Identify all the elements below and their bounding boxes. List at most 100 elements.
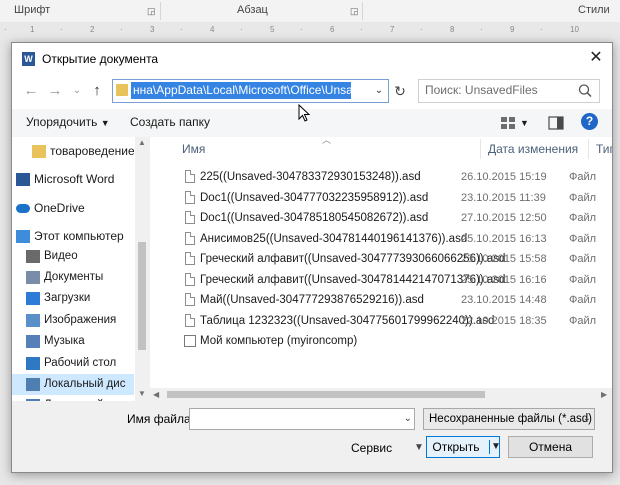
scroll-up-icon[interactable]: ▲ (135, 138, 149, 147)
recent-locations-button[interactable]: ⌄ (66, 80, 88, 102)
chevron-down-icon: ⌄ (374, 85, 384, 96)
scrollbar-thumb[interactable] (138, 242, 146, 350)
address-dropdown-button[interactable]: ⌄ (371, 80, 387, 102)
filename-field[interactable]: ⌄ (189, 408, 415, 430)
ribbon-divider (362, 2, 363, 20)
search-icon[interactable] (576, 82, 594, 100)
file-icon (185, 190, 195, 204)
file-type: Файл (569, 171, 597, 183)
cloud-icon (16, 204, 30, 213)
file-date: 26.10.2015 15:19 (461, 171, 547, 183)
nav-item-label: Документы (44, 271, 104, 283)
view-options-icon[interactable] (499, 114, 517, 132)
scroll-right-icon[interactable]: ▶ (601, 388, 607, 401)
nav-item[interactable]: OneDrive (12, 198, 134, 219)
nav-pane-scrollbar[interactable]: ▲ ▼ (135, 137, 149, 401)
filetype-select[interactable]: Несохраненные файлы (*.asd) ⌄ (423, 408, 595, 430)
nav-item-label: Музыка (44, 335, 85, 347)
column-header-date[interactable]: Дата изменения (488, 137, 578, 161)
nav-item[interactable]: Изображения (12, 310, 134, 331)
file-row[interactable]: Мой компьютер (myironcomp) (178, 331, 606, 351)
file-type: Файл (569, 253, 597, 265)
nav-item[interactable]: Локальный дис (12, 374, 134, 395)
close-button[interactable]: ✕ (582, 45, 610, 71)
file-row[interactable]: 225((Unsaved-304783372930153248)).asd 26.… (178, 167, 606, 187)
nav-item-label: Загрузки (44, 292, 91, 304)
file-date: 22.10.2015 18:35 (461, 314, 547, 327)
horizontal-scrollbar[interactable]: ◀ ▶ (150, 388, 612, 401)
open-button[interactable]: Открыть ▼ (426, 436, 501, 458)
view-dropdown-icon[interactable]: ▼ (520, 118, 529, 128)
paragraph-dialog-launcher-icon[interactable]: ◲ (350, 6, 359, 17)
scroll-left-icon[interactable]: ◀ (153, 388, 159, 401)
file-row[interactable]: Doc1((Unsaved-304777032235958912)).asd 23… (178, 188, 606, 208)
dialog-title: Открытие документа (42, 52, 159, 66)
help-icon[interactable]: ? (581, 113, 598, 130)
nav-item[interactable]: Музыка (12, 331, 134, 352)
file-row[interactable]: Doc1((Unsaved-304785180545082672)).asd 27… (178, 208, 606, 228)
file-name: Doc1((Unsaved-304785180545082672)).asd (200, 212, 429, 224)
file-row[interactable]: Май((Unsaved-304777293876529216)).asd 23.… (178, 290, 606, 310)
scroll-down-icon[interactable]: ▼ (135, 389, 149, 398)
word-icon (16, 173, 30, 186)
file-row[interactable]: Таблица 1232323((Unsaved-304775601799962… (178, 311, 606, 331)
ruler: · 1 · 2 · 3 · 4 · 5 · 6 · 7 · 8 · 9 · 10 (0, 22, 620, 38)
word-ribbon: Шрифт ◲ Абзац ◲ Стили (0, 0, 620, 23)
file-row[interactable]: Греческий алфавит((Unsaved-3047814421470… (178, 270, 606, 290)
nav-item[interactable]: Microsoft Word (12, 169, 134, 190)
nav-item[interactable]: товароведение (12, 141, 134, 162)
file-name: Doc1((Unsaved-304777032235958912)).asd (200, 191, 429, 204)
cancel-button[interactable]: Отмена (508, 436, 593, 458)
column-header-name[interactable]: Имя (182, 137, 205, 161)
arrow-up-icon: ↑ (93, 82, 101, 99)
nav-item-label: Этот компьютер (34, 229, 124, 243)
file-icon (185, 293, 195, 306)
refresh-button[interactable]: ↻ (390, 80, 410, 102)
organize-button[interactable]: Упорядочить ▼ (26, 115, 110, 129)
file-name: Греческий алфавит((Unsaved-3047773930660… (200, 253, 506, 265)
open-options-dropdown-icon[interactable]: ▼ (491, 437, 501, 457)
file-name: Май((Unsaved-304777293876529216)).asd (200, 294, 424, 306)
file-date: 25.10.2015 16:16 (461, 273, 547, 286)
network-location-icon (184, 335, 196, 347)
column-header-type[interactable]: Тип (596, 137, 612, 161)
nav-item-label: Microsoft Word (34, 172, 115, 186)
filetype-value: Несохраненные файлы (*.asd) (429, 413, 593, 425)
nav-item[interactable]: Загрузки (12, 288, 134, 309)
file-row[interactable]: Греческий алфавит((Unsaved-3047773930660… (178, 249, 606, 269)
file-date: 23.10.2015 15:58 (461, 253, 547, 265)
file-name: Мой компьютер (myironcomp) (200, 335, 358, 347)
font-dialog-launcher-icon[interactable]: ◲ (147, 6, 156, 17)
nav-item[interactable]: Рабочий стол (12, 353, 134, 374)
chevron-down-icon[interactable]: ⌄ (404, 409, 412, 429)
close-icon: ✕ (589, 49, 603, 66)
file-type: Файл (569, 191, 597, 204)
filename-input[interactable] (190, 409, 394, 427)
column-divider[interactable] (480, 139, 481, 159)
column-divider[interactable] (588, 139, 589, 159)
ribbon-group-paragraph: Абзац (237, 4, 268, 16)
file-date: 27.10.2015 12:50 (461, 212, 547, 224)
file-row[interactable]: Анисимов25((Unsaved-304781440196141376))… (178, 229, 606, 249)
up-button[interactable]: ↑ (86, 80, 108, 102)
address-path[interactable]: нна\AppData\Local\Microsoft\Office\Unsav… (131, 82, 351, 99)
forward-button[interactable]: → (44, 80, 66, 102)
chevron-down-icon: ⌄ (72, 85, 82, 96)
scrollbar-thumb[interactable] (167, 391, 485, 398)
nav-item[interactable]: Этот компьютер (12, 226, 134, 247)
split-divider (489, 440, 490, 454)
file-name: 225((Unsaved-304783372930153248)).asd (200, 171, 421, 183)
word-app-icon: W (22, 52, 35, 66)
nav-item[interactable]: Документы (12, 267, 134, 288)
search-box[interactable] (418, 79, 600, 103)
search-input[interactable] (419, 80, 575, 100)
preview-pane-icon[interactable] (547, 114, 565, 132)
new-folder-button[interactable]: Создать папку (130, 115, 210, 129)
tools-button[interactable]: Сервис ▼ (351, 441, 424, 455)
address-bar[interactable]: нна\AppData\Local\Microsoft\Office\Unsav… (112, 79, 389, 103)
back-button[interactable]: ← (20, 80, 42, 102)
file-type: Файл (569, 273, 597, 286)
nav-item[interactable]: Видео (12, 246, 134, 267)
nav-item-label: товароведение (50, 144, 134, 158)
arrow-left-icon: ← (23, 82, 39, 99)
